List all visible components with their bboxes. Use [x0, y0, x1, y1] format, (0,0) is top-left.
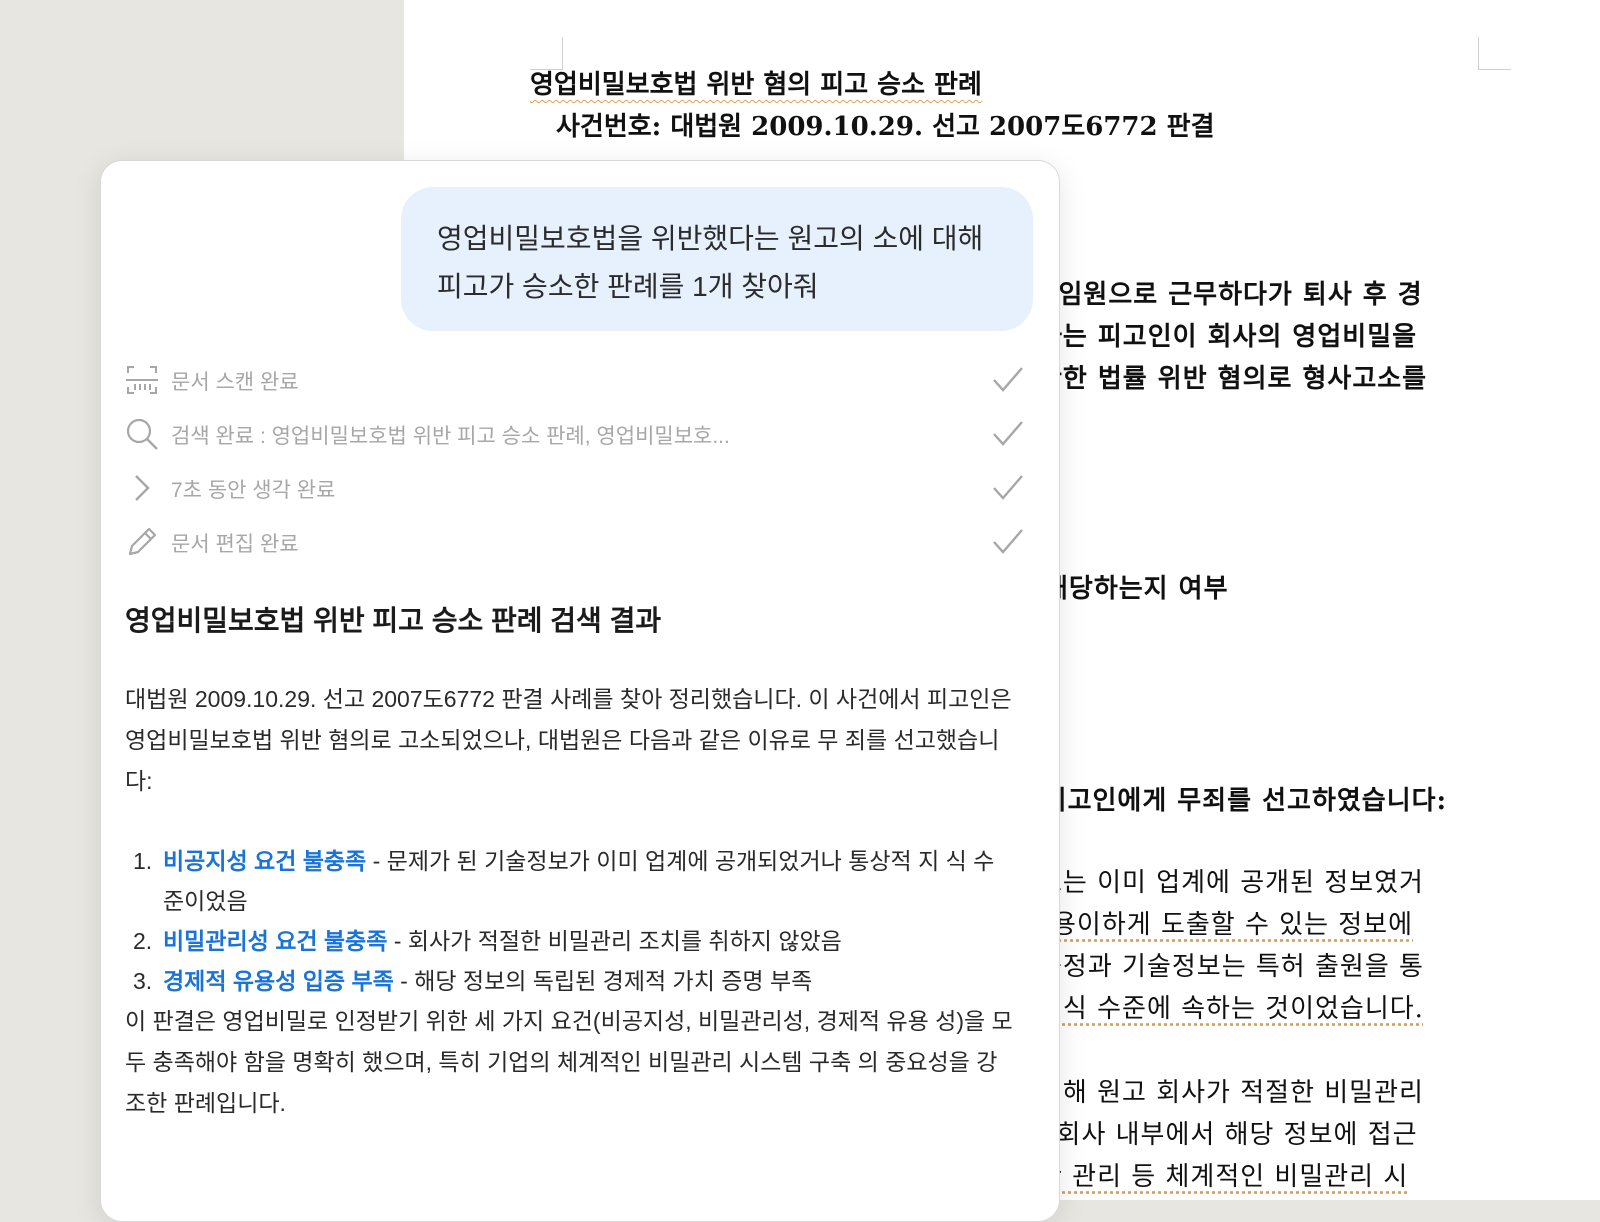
reason-key: 비공지성 요건 불충족: [163, 848, 367, 874]
step-label: 문서 편집 완료: [171, 533, 299, 556]
document-line: 한 관리 등 체계적인 비밀관리 시: [1038, 1162, 1409, 1192]
list-item: 2. 비밀관리성 요건 불충족 - 회사가 적절한 비밀관리 조치를 취하지 않…: [125, 921, 1015, 961]
reason-list: 1. 비공지성 요건 불충족 - 문제가 된 기술정보가 이미 업계에 공개되었…: [125, 841, 1015, 1001]
assistant-panel: 영업비밀보호법을 위반했다는 원고의 소에 대해 피고가 승소한 판례를 1개 …: [100, 160, 1060, 1222]
document-title: 영업비밀보호법 위반 혐의 피고 승소 판례: [530, 70, 982, 100]
document-line: 해당하는지 여부: [1044, 574, 1229, 604]
search-icon: [126, 418, 158, 450]
step-search[interactable]: 검색 완료 : 영업비밀보호법 위반 피고 승소 판례, 영업비밀보호...: [125, 413, 1025, 457]
document-line: : 피고인에게 무죄를 선고하였습니다:: [1022, 786, 1448, 816]
document-line: 공정과 기술정보는 특허 출원을 통: [1038, 952, 1424, 982]
list-item: 1. 비공지성 요건 불충족 - 문제가 된 기술정보가 이미 업계에 공개되었…: [125, 841, 1015, 921]
reason-key: 경제적 유용성 입증 부족: [163, 968, 394, 994]
step-edit: 문서 편집 완료: [125, 521, 1025, 565]
result-title: 영업비밀보호법 위반 피고 승소 판례 검색 결과: [125, 605, 662, 636]
document-line: 대해 원고 회사가 적절한 비밀관리: [1038, 1078, 1424, 1108]
document-line: | 임원으로 근무하다가 퇴사 후 경: [1038, 280, 1423, 310]
document-line: 보는 이미 업계에 공개된 정보였거: [1038, 868, 1424, 898]
reason-text: - 해당 정보의 독립된 경제적 가치 증명 부족: [393, 968, 813, 994]
document-line: 사는 피고인이 회사의 영업비밀을: [1038, 322, 1418, 352]
reason-key: 비밀관리성 요건 불충족: [163, 928, 388, 954]
step-thinking[interactable]: 7초 동안 생각 완료: [125, 467, 1025, 511]
document-case-number: 사건번호: 대법원 2009.10.29. 선고 2007도6772 판결: [556, 112, 1215, 142]
user-message-text: 영업비밀보호법을 위반했다는 원고의 소에 대해 피고가 승소한 판례를 1개 …: [437, 223, 984, 302]
list-item: 3. 경제적 유용성 입증 부족 - 해당 정보의 독립된 경제적 가치 증명 …: [125, 961, 1015, 1001]
scan-icon: [126, 366, 158, 394]
document-line: 관한 법률 위반 혐의로 형사고소를: [1038, 364, 1428, 394]
result-intro: 대법원 2009.10.29. 선고 2007도6772 판결 사례를 찾아 정…: [125, 686, 1012, 794]
check-icon: [993, 529, 1023, 554]
check-icon: [993, 367, 1023, 392]
list-number: 2.: [133, 928, 153, 954]
list-number: 1.: [133, 848, 153, 874]
result-conclusion: 이 판결은 영업비밀로 인정받기 위한 세 가지 요건(비공지성, 비밀관리성,…: [125, 1008, 1013, 1116]
pencil-icon: [128, 527, 157, 556]
check-icon: [993, 421, 1023, 446]
chevron-right-icon[interactable]: [125, 471, 159, 505]
document-line: . 회사 내부에서 해당 정보에 접근: [1038, 1120, 1418, 1150]
step-label: 검색 완료 : 영업비밀보호법 위반 피고 승소 판례, 영업비밀보호...: [171, 425, 730, 448]
step-scan: 문서 스캔 완료: [125, 359, 1025, 403]
document-line: 지식 수준에 속하는 것이었습니다.: [1038, 994, 1424, 1024]
page-corner-mark: [1478, 37, 1511, 70]
step-label: 문서 스캔 완료: [171, 371, 299, 394]
list-number: 3.: [133, 968, 153, 994]
step-label: 7초 동안 생각 완료: [171, 479, 336, 502]
check-icon: [993, 475, 1023, 500]
reason-text: - 회사가 적절한 비밀관리 조치를 취하지 않았음: [387, 928, 842, 954]
user-message-bubble: 영업비밀보호법을 위반했다는 원고의 소에 대해 피고가 승소한 판례를 1개 …: [401, 187, 1033, 331]
document-line: 용이하게 도출할 수 있는 정보에: [1052, 910, 1414, 940]
